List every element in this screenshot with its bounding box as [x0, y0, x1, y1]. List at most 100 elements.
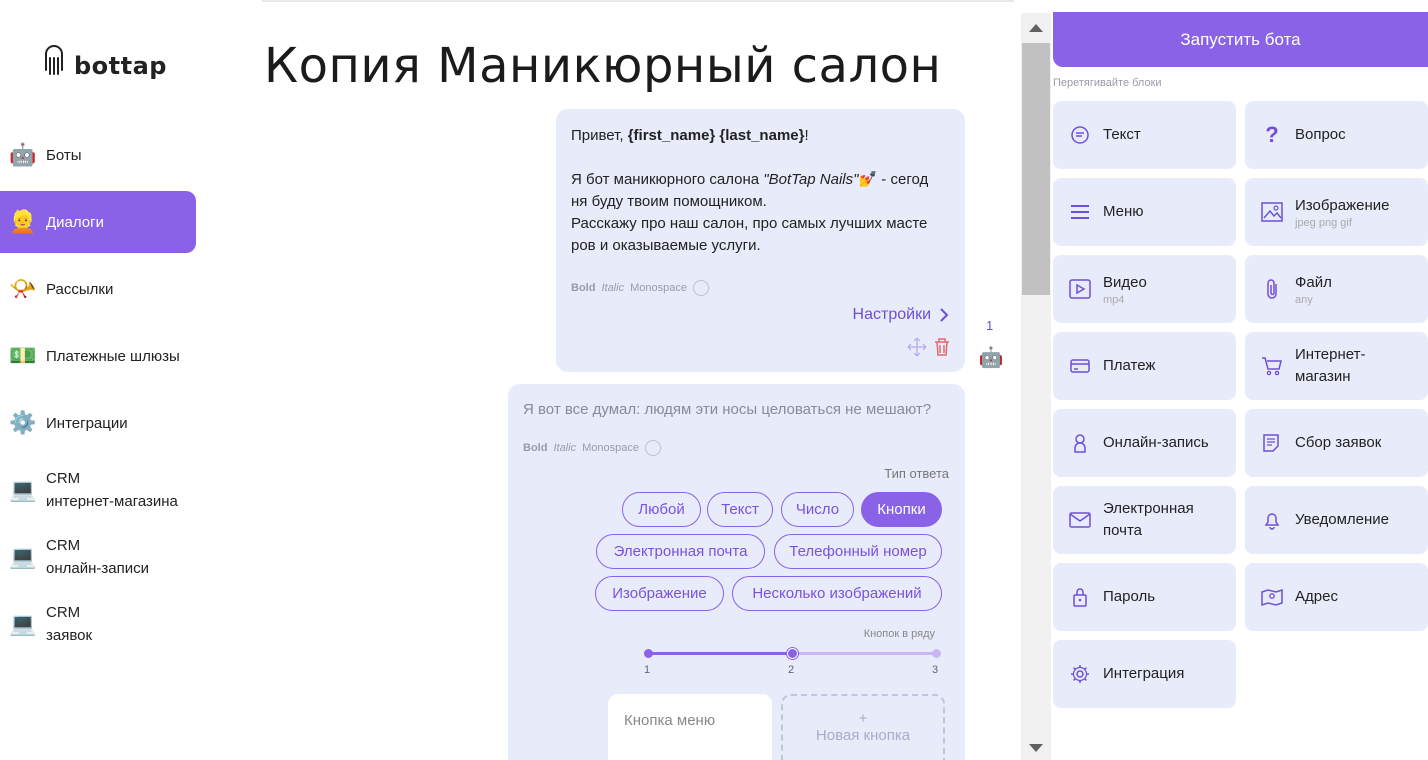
chat-icon	[1069, 124, 1091, 146]
answer-type-multiple-images[interactable]: Несколько изображений	[732, 576, 942, 611]
block-integration[interactable]: Интеграция	[1053, 640, 1236, 708]
emoji-icon[interactable]	[644, 440, 661, 456]
sidebar-item-integrations[interactable]: ⚙️ Интеграции	[0, 392, 196, 454]
line5: ров и оказываемые услуги.	[571, 237, 761, 254]
block-sub: mp4	[1103, 293, 1125, 306]
block-requests[interactable]: Сбор заявок	[1245, 409, 1428, 477]
answer-type-any[interactable]: Любой	[622, 492, 701, 527]
page-title: Копия Маникюрный салон	[264, 38, 942, 94]
block-file[interactable]: Файл any	[1245, 255, 1428, 323]
scroll-thumb[interactable]	[1022, 43, 1050, 295]
question-block[interactable]: Я вот все думал: людям эти носы целовать…	[508, 384, 965, 760]
menu-button-label[interactable]: Кнопка меню	[624, 712, 715, 729]
block-payment[interactable]: Платеж	[1053, 332, 1236, 400]
new-button-label: Новая кнопка	[815, 727, 911, 744]
emoji-icon[interactable]	[692, 280, 709, 296]
answer-type-phone[interactable]: Телефонный номер	[774, 534, 942, 569]
laptop-icon: 💻	[9, 477, 37, 502]
sidebar-item-label-line1: CRM	[46, 537, 81, 554]
answer-type-number[interactable]: Число	[781, 492, 854, 527]
block-booking[interactable]: Онлайн-запись	[1053, 409, 1236, 477]
vertical-scrollbar[interactable]	[1021, 13, 1051, 760]
sidebar-item-crm-requests[interactable]: 💻 CRM заявок	[0, 593, 196, 655]
settings-label: Настройки	[852, 306, 931, 323]
block-email[interactable]: Электронная почта	[1053, 486, 1236, 554]
block-password[interactable]: Пароль	[1053, 563, 1236, 631]
question-icon: ?	[1265, 122, 1279, 147]
sidebar-item-label: Рассылки	[46, 280, 114, 298]
menu-button-card[interactable]: Кнопка меню	[608, 694, 772, 760]
format-toolbar: Bold Italic Monospace	[571, 280, 709, 296]
buttons-per-row-label: Кнопок в ряду	[863, 628, 935, 640]
sidebar-item-label-line1: CRM	[46, 604, 81, 621]
slider-tick: 1	[644, 664, 651, 676]
settings-link[interactable]: Настройки	[853, 306, 949, 324]
greeting-prefix: Привет,	[571, 127, 628, 144]
sidebar-item-mailings[interactable]: 📯 Рассылки	[0, 258, 196, 320]
answer-type-buttons[interactable]: Кнопки	[861, 492, 942, 527]
greeting-suffix: !	[804, 127, 809, 144]
scroll-up-arrow-icon[interactable]	[1021, 13, 1051, 41]
question-text[interactable]: Я вот все думал: людям эти носы целовать…	[523, 401, 931, 418]
block-label: Электронная почта	[1103, 498, 1194, 542]
form-icon	[1261, 432, 1283, 454]
monospace-button[interactable]: Monospace	[630, 282, 687, 294]
block-image[interactable]: Изображение jpeg png gif	[1245, 178, 1428, 246]
scroll-down-arrow-icon[interactable]	[1021, 736, 1051, 760]
message-block[interactable]: Привет, {first_name} {last_name}! Я бот …	[556, 109, 965, 372]
answer-type-text[interactable]: Текст	[707, 492, 773, 527]
slider-tick: 2	[788, 664, 795, 676]
octopus-logo-icon	[45, 45, 63, 75]
postal-horn-icon: 📯	[9, 276, 37, 301]
block-question[interactable]: ? Вопрос	[1245, 101, 1428, 169]
sidebar-item-crm-booking[interactable]: 💻 CRM онлайн-записи	[0, 526, 196, 588]
sidebar-item-label: CRM заявок	[46, 601, 92, 647]
block-label-text: Изображение	[1295, 196, 1390, 214]
block-label: Интеграция	[1103, 665, 1185, 682]
block-sub: any	[1295, 293, 1313, 306]
block-label: Вопрос	[1295, 126, 1346, 143]
menu-icon	[1069, 201, 1091, 223]
plus-icon: +	[858, 710, 868, 727]
block-video[interactable]: Видео mp4	[1053, 255, 1236, 323]
block-menu[interactable]: Меню	[1053, 178, 1236, 246]
line2-prefix: Я бот маникюрного салона	[571, 171, 764, 188]
mail-icon	[1069, 509, 1091, 531]
sidebar-item-dialogs[interactable]: 👱 Диалоги	[0, 191, 196, 253]
monospace-button[interactable]: Monospace	[582, 442, 639, 454]
sidebar-item-crm-shop[interactable]: 💻 CRM интернет-магазина	[0, 459, 196, 521]
block-label: Видео mp4	[1103, 272, 1147, 307]
answer-type-email[interactable]: Электронная почта	[596, 534, 765, 569]
paperclip-icon	[1261, 278, 1283, 300]
slider-handle[interactable]	[787, 648, 798, 659]
sidebar-item-bots[interactable]: 🤖 Боты	[0, 124, 196, 186]
user-badge-icon	[1069, 432, 1091, 454]
buttons-per-row-slider[interactable]	[644, 648, 941, 659]
block-label-text: Файл	[1295, 273, 1332, 291]
italic-button[interactable]: Italic	[601, 282, 624, 294]
message-text[interactable]: Привет, {first_name} {last_name}! Я бот …	[571, 125, 951, 257]
brand-logo[interactable]: bottap	[36, 40, 167, 80]
italic-button[interactable]: Italic	[553, 442, 576, 454]
block-text[interactable]: Текст	[1053, 101, 1236, 169]
slider-step-1[interactable]	[644, 649, 653, 658]
block-notification[interactable]: Уведомление	[1245, 486, 1428, 554]
bold-button[interactable]: Bold	[571, 282, 595, 294]
block-shop[interactable]: Интернет-магазин	[1245, 332, 1428, 400]
block-address[interactable]: Адрес	[1245, 563, 1428, 631]
card-icon	[1069, 355, 1091, 377]
move-icon[interactable]	[907, 337, 927, 357]
block-label: Пароль	[1103, 588, 1156, 605]
block-label: Уведомление	[1295, 511, 1390, 528]
sidebar-item-label: Платежные шлюзы	[46, 347, 180, 365]
answer-type-image[interactable]: Изображение	[595, 576, 724, 611]
chevron-right-icon	[940, 308, 949, 322]
new-button[interactable]: + Новая кнопка	[781, 694, 945, 760]
trash-icon[interactable]	[933, 337, 951, 357]
sidebar-item-payments[interactable]: 💵 Платежные шлюзы	[0, 325, 196, 387]
run-bot-button[interactable]: Запустить бота	[1053, 12, 1428, 67]
sidebar-item-label-line2: интернет-магазина	[46, 493, 178, 510]
slider-step-3[interactable]	[932, 649, 941, 658]
bold-button[interactable]: Bold	[523, 442, 547, 454]
line3: ня буду твоим помощником.	[571, 193, 767, 210]
